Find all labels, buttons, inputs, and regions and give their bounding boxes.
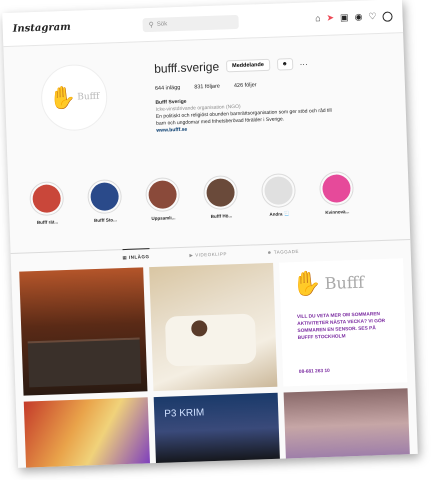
username: bufff.sverige — [153, 59, 220, 76]
post-thumbnail[interactable]: P3 KRIM — [153, 392, 281, 468]
highlight-thumbnail — [206, 178, 236, 208]
highlight-label: Andra 📃 — [269, 211, 290, 217]
highlight-item[interactable]: Bufff Hö... — [196, 175, 246, 247]
highlight-thumbnail — [322, 174, 351, 204]
profile-picture[interactable]: ✋ Bufff — [40, 63, 109, 132]
explore-icon[interactable]: ◉ — [354, 12, 362, 22]
messages-icon[interactable]: ➤ — [326, 13, 334, 23]
more-options-icon[interactable]: ··· — [300, 59, 308, 68]
highlight-thumbnail — [32, 184, 62, 214]
highlight-label: Bufff Hö... — [210, 213, 233, 219]
followers-count[interactable]: 831 följare — [194, 84, 220, 91]
instagram-page: Instagram ⚲ Sök ⌂ ➤ ▣ ◉ ♡ ✋ Bufff bufff.… — [2, 0, 418, 468]
post-brand: Bufff — [324, 272, 365, 294]
hand-logo-icon: ✋ — [48, 84, 77, 111]
home-icon[interactable]: ⌂ — [315, 13, 321, 23]
follow-button[interactable]: ☻ — [276, 58, 293, 71]
avatar[interactable] — [382, 11, 393, 22]
highlight-label: Kvinnovä... — [325, 209, 350, 215]
profile-info: bufff.sverige Meddelande ☻ ··· 644 inläg… — [154, 53, 396, 134]
highlight-item[interactable]: Bufff Sto... — [80, 179, 130, 251]
search-icon: ⚲ — [148, 21, 154, 29]
profile-header: ✋ Bufff bufff.sverige Meddelande ☻ ··· 6… — [3, 33, 408, 183]
post-thumbnail[interactable] — [149, 262, 278, 392]
tab-tagged[interactable]: ☻ Taggade — [267, 244, 300, 263]
following-count[interactable]: 426 följer — [234, 82, 257, 89]
post-thumbnail[interactable] — [283, 388, 410, 463]
search-placeholder: Sök — [156, 20, 168, 28]
post-promo-text: Vill du veta mer om sommaren aktiviteter… — [296, 312, 386, 342]
highlight-thumbnail — [90, 182, 120, 212]
post-caption: P3 KRIM — [164, 407, 205, 420]
post-phone: 08-681 263 10 — [298, 368, 330, 375]
highlight-thumbnail — [148, 180, 178, 210]
new-post-icon[interactable]: ▣ — [340, 12, 349, 22]
post-thumbnail[interactable]: ✋ Bufff Vill du veta mer om sommaren akt… — [279, 258, 408, 387]
profile-bio: Bufff Sverige Icke-vinstdrivande organis… — [155, 91, 396, 134]
highlight-item[interactable]: Kvinnovä... — [312, 170, 362, 243]
instagram-logo[interactable]: Instagram — [13, 19, 143, 35]
story-highlights: Bufff rät... Bufff Sto... Uppsamli... Bu… — [8, 169, 410, 253]
highlight-item[interactable]: Bufff rät... — [22, 181, 72, 253]
post-thumbnail[interactable] — [23, 397, 151, 468]
highlight-item[interactable]: Uppsamli... — [138, 177, 188, 249]
highlight-label: Bufff Sto... — [94, 217, 117, 224]
posts-count: 644 inlägg — [154, 84, 181, 92]
post-grid: ✋ Bufff Vill du veta mer om sommaren akt… — [11, 258, 418, 468]
post-logo: ✋ Bufff — [291, 268, 364, 300]
hand-logo-icon: ✋ — [291, 270, 323, 299]
profile-stats: 644 inlägg 831 följare 426 följer — [154, 77, 395, 92]
highlight-label: Uppsamli... — [151, 215, 176, 222]
heart-icon[interactable]: ♡ — [368, 11, 376, 21]
message-button[interactable]: Meddelande — [225, 58, 271, 73]
highlight-thumbnail — [264, 176, 294, 206]
tab-posts[interactable]: ▦ Inlägg — [122, 248, 150, 269]
tab-reels[interactable]: ▶ Videoklipp — [189, 246, 227, 265]
highlight-item[interactable]: Andra 📃 — [254, 172, 304, 245]
nav-icons: ⌂ ➤ ▣ ◉ ♡ — [315, 11, 393, 24]
person-icon: ☻ — [281, 61, 288, 68]
search-input[interactable]: ⚲ Sök — [142, 14, 239, 32]
profile-logo-wordmark: Bufff — [77, 91, 100, 103]
highlight-label: Bufff rät... — [36, 219, 59, 226]
post-thumbnail[interactable] — [19, 267, 148, 396]
